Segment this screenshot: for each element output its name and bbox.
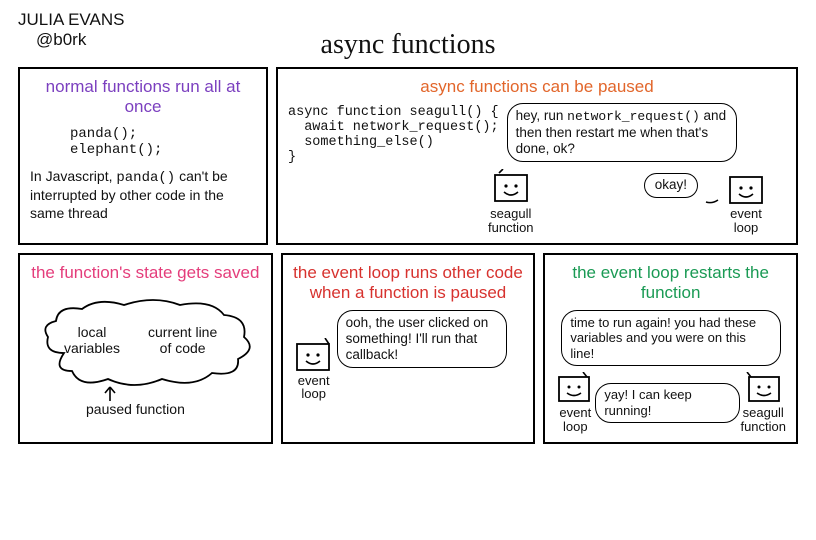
panel3-title: the function's state gets saved — [30, 263, 261, 283]
panel2-bubble1-pre: hey, run — [516, 108, 568, 123]
panel-async-paused: async functions can be paused async func… — [276, 67, 798, 245]
panel-normal-functions: normal functions run all at once panda()… — [18, 67, 268, 245]
panel5-char2-l2: function — [740, 419, 786, 434]
arrow-up-icon — [100, 383, 120, 403]
panel-eventloop-runs: the event loop runs other code when a fu… — [281, 253, 536, 444]
smiley-box-icon — [743, 372, 783, 406]
panel2-eventloop-char: eventloop — [726, 173, 766, 234]
panel1-title: normal functions run all at once — [30, 77, 256, 118]
panel2-bubble-seagull: hey, run network_request() and then then… — [507, 103, 737, 162]
panel2-char1-l2: function — [488, 220, 534, 235]
panel5-title: the event loop restarts the function — [555, 263, 786, 304]
panel5-bubble1: time to run again! you had these variabl… — [561, 310, 781, 367]
panel5-char1-l2: loop — [563, 419, 588, 434]
panel4-bubble: ooh, the user clicked on something! I'll… — [337, 310, 507, 369]
panel2-bubble1-code: network_request() — [567, 109, 700, 124]
author-name: JULIA EVANS — [18, 10, 798, 30]
speech-tail-icon — [704, 194, 720, 214]
panel2-bubble-eventloop: okay! — [644, 173, 698, 197]
panel5-eventloop-char: eventloop — [555, 372, 595, 433]
panel4-eventloop-char: eventloop — [293, 338, 335, 401]
smiley-box-icon — [489, 169, 533, 207]
panel3-cloud-right: current lineof code — [148, 325, 217, 356]
smiley-box-icon — [293, 338, 335, 374]
panel1-note: In Javascript, panda() can't be interrup… — [30, 168, 256, 223]
panel3-caption: paused function — [86, 401, 185, 417]
panel-eventloop-restarts: the event loop restarts the function tim… — [543, 253, 798, 444]
panel-state-saved: the function's state gets saved localvar… — [18, 253, 273, 444]
page-title: async functions — [18, 29, 798, 61]
smiley-box-icon — [555, 372, 595, 406]
panel5-seagull-char: seagullfunction — [740, 372, 786, 433]
panel2-seagull-char: seagullfunction — [488, 169, 534, 234]
panel2-title: async functions can be paused — [288, 77, 786, 97]
panel1-note-pre: In Javascript, — [30, 168, 116, 184]
panel2-char2-l2: loop — [734, 220, 759, 235]
panel2-code: async function seagull() { await network… — [288, 105, 499, 165]
smiley-box-icon — [726, 173, 766, 207]
panel5-bubble2: yay! I can keep running! — [595, 383, 740, 422]
panel1-note-code: panda() — [116, 170, 175, 186]
panel4-title: the event loop runs other code when a fu… — [293, 263, 524, 304]
panel4-char-l2: loop — [301, 386, 326, 401]
panel1-code: panda(); elephant(); — [70, 126, 256, 158]
panel3-cloud-left: localvariables — [64, 325, 120, 356]
